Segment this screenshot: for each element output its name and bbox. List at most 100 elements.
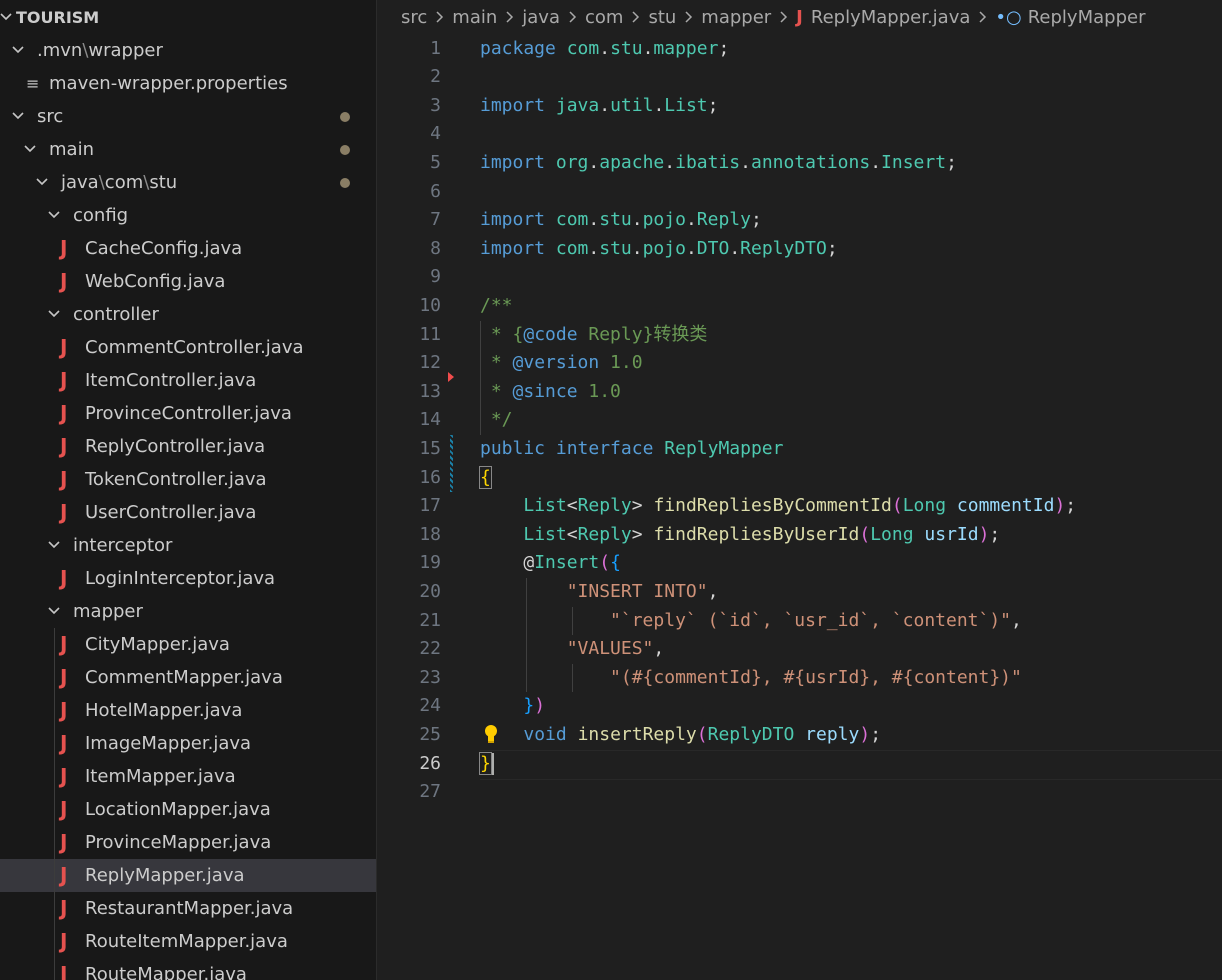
code-line: } bbox=[479, 750, 492, 779]
tree-folder[interactable]: config bbox=[0, 199, 376, 232]
tree-file[interactable]: J LoginInterceptor.java bbox=[0, 562, 376, 595]
code-line: */ bbox=[480, 406, 513, 435]
code-token: public bbox=[480, 437, 546, 459]
code-token: stu bbox=[599, 237, 632, 259]
code-token: < bbox=[566, 523, 578, 545]
modified-indicator bbox=[340, 178, 350, 188]
code-token: * { bbox=[480, 323, 524, 345]
line-number: 19 bbox=[419, 552, 441, 574]
lightbulb-icon[interactable] bbox=[483, 724, 501, 746]
tree-file[interactable]: J TokenController.java bbox=[0, 463, 376, 496]
breadcrumb-item[interactable]: com bbox=[585, 0, 623, 36]
code-token: ) bbox=[1054, 495, 1066, 517]
tree-item-label: maven-wrapper.properties bbox=[49, 73, 288, 94]
tree-file[interactable]: J ProvinceController.java bbox=[0, 397, 376, 430]
line-number: 5 bbox=[430, 151, 441, 173]
breadcrumb: src main java com stu mapper J ReplyMapper.java… bbox=[401, 0, 1145, 36]
tree-file[interactable]: J RouteMapper.java bbox=[0, 958, 376, 980]
breadcrumb-item[interactable]: src bbox=[401, 0, 427, 36]
code-line: import org.apache.ibatis.annotations.Ins… bbox=[480, 149, 957, 178]
breadcrumb-item[interactable]: main bbox=[452, 0, 497, 36]
code-token: mapper bbox=[653, 37, 719, 59]
line-number: 23 bbox=[419, 666, 441, 688]
code-token: Reply bbox=[696, 209, 751, 231]
code-line: package com.stu.mapper; bbox=[480, 35, 729, 64]
breadcrumb-item[interactable]: •○ ReplyMapper bbox=[995, 0, 1145, 36]
tree-file[interactable]: J LocationMapper.java bbox=[0, 793, 376, 826]
tree-file[interactable]: J ImageMapper.java bbox=[0, 727, 376, 760]
line-number: 22 bbox=[419, 638, 441, 660]
tree-file[interactable]: J ReplyMapper.java bbox=[0, 859, 376, 892]
code-token: DTO bbox=[696, 237, 730, 259]
line-number: 17 bbox=[419, 495, 441, 517]
tree-folder[interactable]: src bbox=[0, 100, 376, 133]
tree-file[interactable]: J ItemController.java bbox=[0, 364, 376, 397]
tree-file[interactable]: J CityMapper.java bbox=[0, 628, 376, 661]
tree-item-label: HotelMapper.java bbox=[85, 700, 243, 721]
tree-folder[interactable]: main bbox=[0, 133, 376, 166]
code-line: "`reply` (`id`, `usr_id`, `content`)", bbox=[480, 607, 1022, 636]
code-token: . bbox=[664, 151, 676, 173]
chevron-right-icon bbox=[568, 0, 577, 36]
tree-file[interactable]: J HotelMapper.java bbox=[0, 694, 376, 727]
code-token: ) bbox=[534, 695, 546, 717]
explorer-root[interactable]: TOURISM bbox=[0, 1, 376, 34]
breadcrumb-item[interactable]: J ReplyMapper.java bbox=[796, 0, 970, 36]
code-token: ; bbox=[826, 237, 838, 259]
code-token: ( bbox=[696, 723, 708, 745]
code-token: */ bbox=[480, 409, 513, 431]
chevron-down-icon bbox=[12, 100, 28, 133]
tree-file[interactable]: J WebConfig.java bbox=[0, 265, 376, 298]
tree-file[interactable]: J CommentController.java bbox=[0, 331, 376, 364]
tree-item-label: ItemMapper.java bbox=[85, 766, 236, 787]
breadcrumb-label: ReplyMapper bbox=[1027, 7, 1146, 28]
code-token: @code bbox=[523, 323, 578, 345]
tree-file[interactable]: J ReplyController.java bbox=[0, 430, 376, 463]
tree-item-label: TokenController.java bbox=[85, 469, 267, 490]
tree-folder[interactable]: mapper bbox=[0, 595, 376, 628]
code-token: Reply}转换类 bbox=[577, 323, 708, 345]
tree-item-label: CommentController.java bbox=[85, 337, 304, 358]
code-token: findRepliesByCommentId bbox=[653, 495, 892, 517]
code-token: . bbox=[588, 209, 600, 231]
code-token: stu bbox=[599, 209, 632, 231]
java-file-icon: J bbox=[60, 467, 68, 491]
tree-folder[interactable]: interceptor bbox=[0, 529, 376, 562]
java-file-icon: J bbox=[60, 434, 68, 458]
breadcrumb-item[interactable]: stu bbox=[648, 0, 676, 36]
line-number: 10 bbox=[419, 294, 441, 316]
tree-folder[interactable]: .mvn\wrapper bbox=[0, 34, 376, 67]
chevron-down-icon bbox=[48, 595, 64, 628]
tree-file[interactable]: J RestaurantMapper.java bbox=[0, 892, 376, 925]
java-file-icon: J bbox=[60, 731, 68, 755]
code-token: Insert bbox=[881, 151, 947, 173]
code-token: , bbox=[653, 638, 665, 660]
tree-file[interactable]: J RouteItemMapper.java bbox=[0, 925, 376, 958]
line-number: 1 bbox=[430, 37, 441, 59]
tree-item-label: src bbox=[37, 106, 64, 127]
java-file-icon: J bbox=[60, 236, 68, 260]
tree-item-label: WebConfig.java bbox=[85, 271, 226, 292]
tree-file[interactable]: J ItemMapper.java bbox=[0, 760, 376, 793]
breadcrumb-item[interactable]: mapper bbox=[701, 0, 771, 36]
code-token: ; bbox=[1065, 495, 1077, 517]
tree-file[interactable]: J ProvinceMapper.java bbox=[0, 826, 376, 859]
tree-file[interactable]: J CacheConfig.java bbox=[0, 232, 376, 265]
code-token: > bbox=[631, 523, 654, 545]
code-line: @Insert({ bbox=[480, 549, 621, 578]
code-token: List bbox=[523, 495, 567, 517]
tree-file[interactable]: J CommentMapper.java bbox=[0, 661, 376, 694]
code-token: @version bbox=[512, 352, 600, 374]
breadcrumb-item[interactable]: java bbox=[522, 0, 560, 36]
indent-guide bbox=[54, 628, 55, 980]
tree-folder[interactable]: java\com\stu bbox=[0, 166, 376, 199]
tree-file[interactable]: ≡ maven-wrapper.properties bbox=[0, 67, 376, 100]
tree-folder[interactable]: controller bbox=[0, 298, 376, 331]
tree-file[interactable]: J UserController.java bbox=[0, 496, 376, 529]
line-number: 2 bbox=[430, 66, 441, 88]
